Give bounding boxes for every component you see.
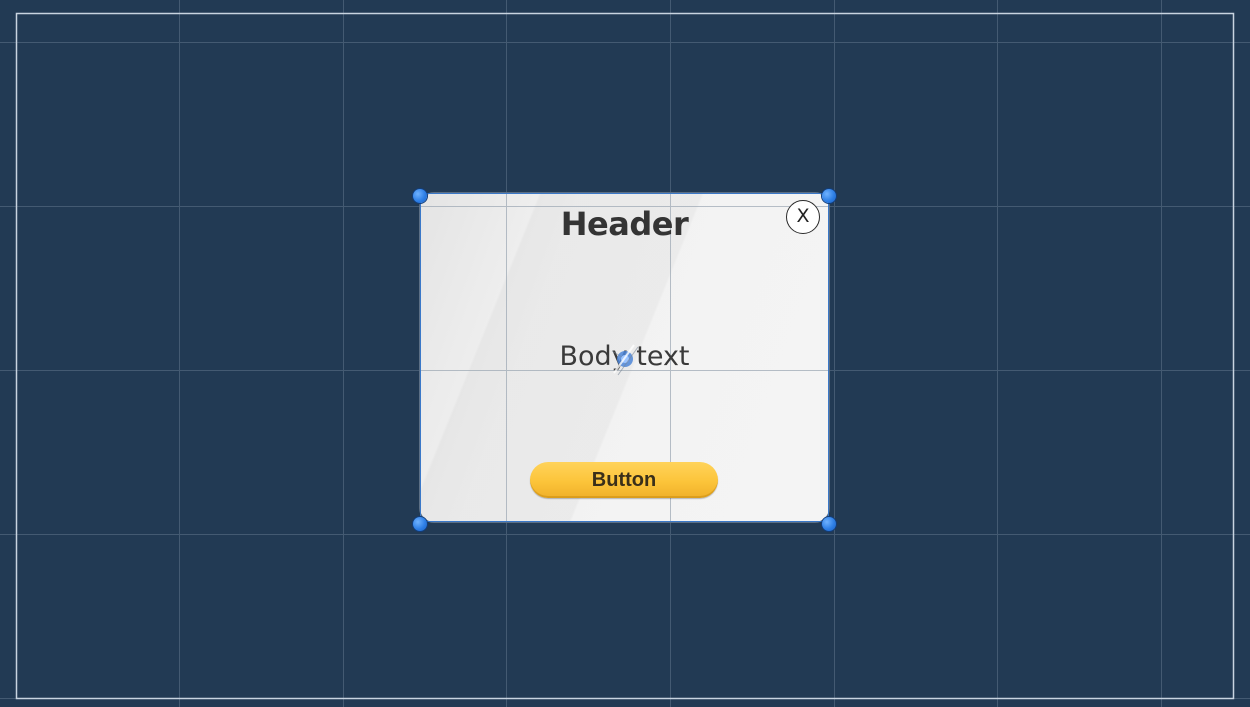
close-button[interactable]: X — [786, 200, 820, 234]
resize-handle-top-left[interactable] — [413, 189, 427, 203]
popup-panel[interactable]: Header X Body text Button — [420, 193, 829, 522]
action-button[interactable]: Button — [530, 462, 718, 498]
close-icon: X — [796, 205, 810, 227]
popup-header: Header — [560, 205, 689, 243]
pivot-icon[interactable] — [608, 339, 642, 379]
scene-view[interactable]: Header X Body text Button — [0, 0, 1250, 707]
resize-handle-top-right[interactable] — [822, 189, 836, 203]
resize-handle-bottom-left[interactable] — [413, 517, 427, 531]
resize-handle-bottom-right[interactable] — [822, 517, 836, 531]
